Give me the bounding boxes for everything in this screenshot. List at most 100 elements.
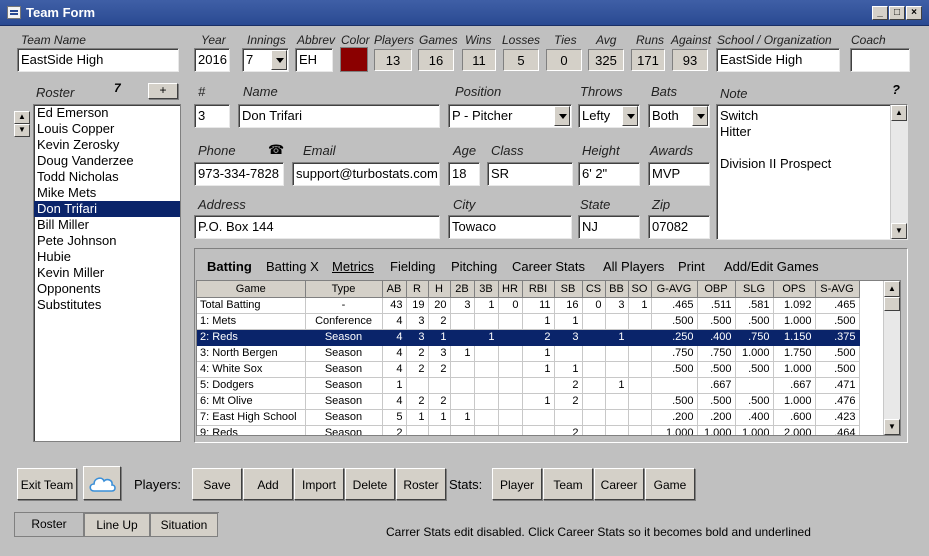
table-cell[interactable] (498, 393, 523, 410)
table-cell[interactable] (474, 361, 499, 378)
table-cell[interactable]: Season (305, 345, 383, 362)
table-cell[interactable] (582, 393, 606, 410)
table-cell[interactable]: 2.000 (773, 425, 816, 435)
roster-item[interactable]: Kevin Miller (34, 265, 180, 281)
table-cell[interactable]: .375 (815, 329, 860, 346)
roster-item[interactable]: Mike Mets (34, 185, 180, 201)
table-cell[interactable]: .476 (815, 393, 860, 410)
table-cell[interactable]: 4 (382, 361, 407, 378)
maximize-button[interactable]: □ (889, 6, 905, 20)
grid-scrollbar[interactable]: ▲ ▼ (883, 281, 900, 435)
table-cell[interactable] (474, 409, 499, 426)
table-cell[interactable] (605, 425, 629, 435)
table-cell[interactable] (582, 361, 606, 378)
roster-item[interactable]: Don Trifari (34, 201, 180, 217)
table-cell[interactable]: 0 (498, 297, 523, 314)
table-cell[interactable]: 1.000 (773, 313, 816, 330)
table-cell[interactable] (498, 425, 523, 435)
table-cell[interactable] (498, 377, 523, 394)
table-cell[interactable]: 1 (554, 313, 583, 330)
innings-select[interactable]: 7 (242, 48, 289, 72)
table-cell[interactable] (474, 393, 499, 410)
table-cell[interactable] (582, 377, 606, 394)
table-cell[interactable]: 3 (428, 345, 451, 362)
table-cell[interactable]: .511 (697, 297, 736, 314)
tab-line-up[interactable]: Line Up (84, 513, 150, 537)
position-select[interactable]: P - Pitcher (448, 104, 572, 128)
table-cell[interactable]: 5 (382, 409, 407, 426)
table-cell[interactable]: .471 (815, 377, 860, 394)
scroll-down-icon[interactable]: ▼ (884, 419, 900, 435)
table-cell[interactable]: .581 (735, 297, 774, 314)
stats-tab-add-edit-games[interactable]: Add/Edit Games (724, 259, 819, 274)
table-cell[interactable]: 1 (450, 345, 475, 362)
move-down-button[interactable]: ▼ (14, 124, 30, 137)
address-field[interactable]: P.O. Box 144 (194, 215, 440, 239)
table-cell[interactable]: 2 (428, 313, 451, 330)
table-cell[interactable] (605, 345, 629, 362)
table-cell[interactable]: Season (305, 377, 383, 394)
table-cell[interactable]: .400 (697, 329, 736, 346)
coach-field[interactable] (850, 48, 910, 72)
table-cell[interactable]: 2 (522, 329, 555, 346)
throws-select[interactable]: Lefty (578, 104, 640, 128)
table-row[interactable]: 7: East High School Season 5 1 1 1.200.200.40… (197, 409, 860, 426)
table-cell[interactable]: .500 (815, 361, 860, 378)
game-stats-button[interactable]: Game (645, 468, 695, 500)
table-cell[interactable]: 7: East High School (197, 409, 306, 426)
table-cell[interactable]: 2: Reds (197, 329, 306, 346)
table-cell[interactable]: 5: Dodgers (197, 377, 306, 394)
table-cell[interactable]: .465 (651, 297, 698, 314)
stats-tab-batting[interactable]: Batting (207, 259, 252, 274)
table-cell[interactable]: 2 (554, 425, 583, 435)
stats-tab-all-players[interactable]: All Players (603, 259, 664, 274)
table-cell[interactable]: .500 (735, 393, 774, 410)
table-cell[interactable] (498, 361, 523, 378)
table-cell[interactable]: 1 (522, 345, 555, 362)
table-cell[interactable] (628, 313, 652, 330)
scroll-down-icon[interactable]: ▼ (891, 223, 907, 239)
table-cell[interactable]: 2 (554, 377, 583, 394)
table-cell[interactable]: .500 (815, 345, 860, 362)
table-cell[interactable]: 1.000 (773, 393, 816, 410)
table-cell[interactable] (651, 377, 698, 394)
table-cell[interactable]: 1.000 (651, 425, 698, 435)
phone-field[interactable]: 973-334-7828 (194, 162, 284, 186)
cloud-button[interactable] (83, 466, 121, 500)
table-cell[interactable]: 1 (450, 409, 475, 426)
table-cell[interactable]: .500 (735, 313, 774, 330)
roster-button[interactable]: Roster (396, 468, 446, 500)
table-row[interactable]: 6: Mt Olive Season 4 2 2 1 2.500.500.500 1.000.… (197, 393, 860, 410)
table-row[interactable]: 5: Dodgers Season 1 2 1.667.667.471 (197, 377, 860, 394)
column-header[interactable]: H (428, 281, 451, 298)
abbrev-field[interactable]: EH (295, 48, 333, 72)
close-button[interactable]: × (906, 6, 922, 20)
table-cell[interactable] (582, 329, 606, 346)
note-help-icon[interactable]: ? (892, 82, 900, 97)
scroll-thumb[interactable] (884, 297, 900, 311)
age-field[interactable]: 18 (448, 162, 480, 186)
table-cell[interactable] (474, 345, 499, 362)
email-field[interactable]: support@turbostats.com (292, 162, 440, 186)
year-field[interactable]: 2016 (194, 48, 230, 72)
table-cell[interactable]: 19 (406, 297, 429, 314)
table-cell[interactable]: 6: Mt Olive (197, 393, 306, 410)
table-cell[interactable]: 3 (605, 297, 629, 314)
column-header[interactable]: 2B (450, 281, 475, 298)
table-cell[interactable] (735, 377, 774, 394)
table-cell[interactable]: 1 (474, 297, 499, 314)
stats-tab-metrics[interactable]: Metrics (332, 259, 374, 274)
exit-team-button[interactable]: Exit Team (17, 468, 77, 500)
table-cell[interactable]: 1.150 (773, 329, 816, 346)
tab-roster[interactable]: Roster (14, 513, 84, 537)
stats-tab-fielding[interactable]: Fielding (390, 259, 436, 274)
table-cell[interactable]: Season (305, 361, 383, 378)
table-cell[interactable]: 1.092 (773, 297, 816, 314)
chevron-down-icon[interactable] (692, 106, 708, 126)
table-cell[interactable]: 1 (428, 409, 451, 426)
table-cell[interactable]: 4 (382, 345, 407, 362)
table-cell[interactable] (450, 313, 475, 330)
table-cell[interactable]: 2 (428, 361, 451, 378)
column-header[interactable]: R (406, 281, 429, 298)
table-cell[interactable]: .200 (651, 409, 698, 426)
